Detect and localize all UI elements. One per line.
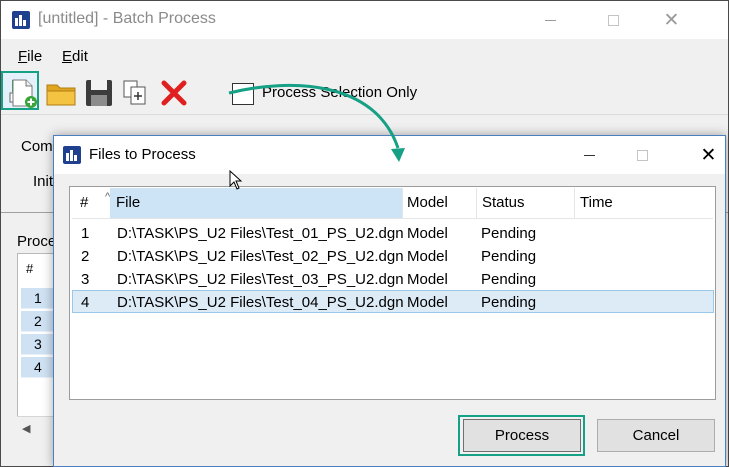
close-button[interactable]: ✕	[649, 1, 694, 39]
app-logo-icon	[63, 146, 81, 164]
cell-file: D:\TASK\PS_U2 Files\Test_04_PS_U2.dgn	[117, 294, 404, 311]
process-list-header: #	[26, 261, 34, 276]
scroll-left-icon[interactable]: ◀	[22, 423, 30, 435]
command-label: Com	[21, 138, 53, 155]
header-divider	[72, 218, 713, 219]
files-to-process-dialog: Files to Process ✕ # ^ File Model Status …	[53, 135, 726, 467]
new-file-icon	[12, 79, 37, 108]
cancel-button[interactable]: Cancel	[597, 419, 715, 452]
menu-bar: File Edit	[1, 39, 728, 71]
table-row[interactable]: 2 D:\TASK\PS_U2 Files\Test_02_PS_U2.dgn …	[72, 244, 714, 267]
cell-model: Model	[407, 294, 448, 311]
cell-model: Model	[407, 271, 448, 288]
initial-label: Init	[33, 173, 54, 190]
process-list-label: Proce	[17, 233, 57, 250]
delete-button[interactable]	[158, 77, 190, 109]
cell-file: D:\TASK\PS_U2 Files\Test_02_PS_U2.dgn	[117, 248, 404, 265]
process-list[interactable]: # 1 2 3 4	[17, 253, 57, 438]
menu-file[interactable]: File	[18, 48, 42, 65]
menu-edit[interactable]: Edit	[62, 48, 88, 65]
process-button[interactable]: Process	[463, 419, 581, 452]
minimize-button[interactable]	[528, 1, 573, 39]
toolbar: Process Selection Only	[1, 71, 728, 115]
column-header-file[interactable]: File	[110, 188, 402, 218]
cell-number: 2	[81, 248, 90, 265]
cell-model: Model	[407, 225, 448, 242]
dialog-title-bar: Files to Process ✕	[54, 136, 725, 174]
table-row-selected[interactable]: 4 D:\TASK\PS_U2 Files\Test_04_PS_U2.dgn …	[72, 290, 714, 313]
maximize-button[interactable]	[591, 1, 636, 39]
close-icon: ✕	[700, 144, 717, 166]
maximize-icon	[637, 149, 648, 161]
cell-model: Model	[407, 248, 448, 265]
cell-status: Pending	[481, 225, 537, 242]
mouse-cursor-icon	[229, 170, 243, 190]
save-button[interactable]	[83, 77, 115, 109]
dialog-minimize-button[interactable]	[567, 136, 612, 174]
dialog-title: Files to Process	[89, 146, 196, 163]
cell-file: D:\TASK\PS_U2 Files\Test_03_PS_U2.dgn	[117, 271, 404, 288]
dialog-maximize-button[interactable]	[620, 136, 665, 174]
copy-button[interactable]	[120, 77, 152, 109]
maximize-icon	[608, 14, 619, 26]
process-selection-checkbox[interactable]	[232, 83, 254, 105]
table-row[interactable]: 1 D:\TASK\PS_U2 Files\Test_01_PS_U2.dgn …	[72, 221, 714, 244]
cell-number: 1	[81, 225, 90, 242]
files-list[interactable]: # ^ File Model Status Time 1 D:\TASK\PS_U…	[69, 186, 716, 400]
cell-status: Pending	[481, 271, 537, 288]
column-header-number[interactable]: # ^	[72, 188, 110, 218]
cell-number: 3	[81, 271, 90, 288]
cell-file: D:\TASK\PS_U2 Files\Test_01_PS_U2.dgn	[117, 225, 404, 242]
save-icon	[86, 80, 112, 106]
process-list-row[interactable]: 3	[21, 334, 57, 355]
process-selection-label: Process Selection Only	[262, 84, 418, 101]
column-header-time[interactable]: Time	[574, 188, 714, 218]
copy-icon	[123, 80, 146, 105]
title-bar: [untitled] - Batch Process ✕	[1, 1, 728, 39]
column-header-model[interactable]: Model	[402, 188, 476, 218]
window-title: [untitled] - Batch Process	[38, 10, 216, 27]
delete-icon	[161, 80, 187, 106]
app-logo-icon	[12, 11, 30, 29]
open-folder-icon	[46, 84, 76, 106]
new-file-button[interactable]	[7, 77, 39, 109]
cell-status: Pending	[481, 294, 537, 311]
minimize-icon	[584, 154, 595, 156]
minimize-icon	[545, 19, 556, 21]
column-header-number-label: #	[80, 194, 89, 211]
dialog-close-button[interactable]: ✕	[686, 136, 729, 174]
process-list-row[interactable]: 1	[21, 288, 57, 309]
process-list-row[interactable]: 2	[21, 311, 57, 332]
close-icon: ✕	[663, 9, 680, 31]
process-list-row[interactable]: 4	[21, 357, 57, 378]
table-row[interactable]: 3 D:\TASK\PS_U2 Files\Test_03_PS_U2.dgn …	[72, 267, 714, 290]
horizontal-scrollbar[interactable]: ◀	[17, 416, 57, 438]
open-folder-button[interactable]	[45, 77, 77, 109]
cell-number: 4	[81, 294, 90, 311]
cell-status: Pending	[481, 248, 537, 265]
column-header-status[interactable]: Status	[476, 188, 574, 218]
